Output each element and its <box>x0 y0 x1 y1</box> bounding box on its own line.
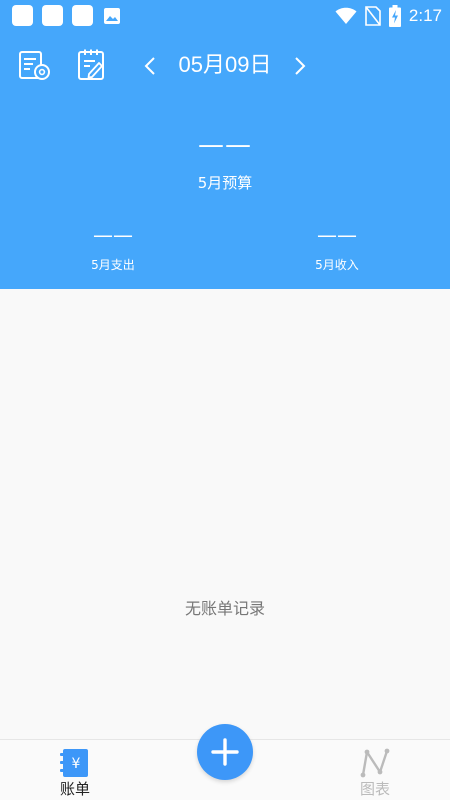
status-indicators: 2:17 <box>335 4 442 28</box>
clock-text: 2:17 <box>408 6 442 25</box>
tab-charts-label: 图表 <box>359 780 390 798</box>
app-notification-icon <box>72 5 93 26</box>
budget-value: —— <box>198 130 252 160</box>
expense-label: 5月支出 <box>91 258 135 272</box>
income-value: —— <box>317 223 357 247</box>
wifi-icon <box>335 7 357 24</box>
date-title[interactable]: 05月09日 <box>165 48 285 82</box>
plus-icon <box>211 738 239 766</box>
app-notification-icon <box>12 5 33 26</box>
chevron-right-icon[interactable] <box>293 56 307 76</box>
tab-charts[interactable]: 图表 <box>320 740 430 800</box>
expense-value: —— <box>93 223 133 247</box>
budget-label: 5月预算 <box>197 174 253 192</box>
chevron-left-icon[interactable] <box>143 56 157 76</box>
notepad-edit-icon[interactable] <box>75 48 109 82</box>
bill-settings-icon[interactable] <box>17 48 51 82</box>
tab-bills[interactable]: ¥ 账单 <box>20 740 130 800</box>
status-bar: 2:17 <box>0 0 450 32</box>
image-icon <box>104 8 120 24</box>
line-chart-icon <box>360 748 390 778</box>
header-panel: 2:17 05月09日 —— 5月预算 —— 5月支出 —— 5月收入 <box>0 0 450 289</box>
bill-book-icon: ¥ <box>60 749 88 777</box>
no-sim-icon <box>365 6 381 26</box>
tab-bills-label: 账单 <box>59 780 90 798</box>
svg-text:¥: ¥ <box>72 756 81 772</box>
empty-state-text: 无账单记录 <box>184 599 265 618</box>
app-notification-icon <box>42 5 63 26</box>
add-bill-button[interactable] <box>197 724 253 780</box>
app-screen: 2:17 05月09日 —— 5月预算 —— 5月支出 —— 5月收入 无账单记… <box>0 0 450 800</box>
income-label: 5月收入 <box>315 258 359 272</box>
battery-charging-icon <box>388 5 401 27</box>
